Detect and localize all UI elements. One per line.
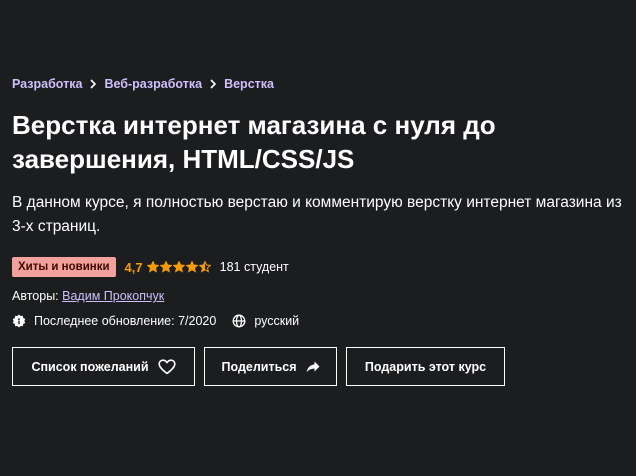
breadcrumb-item-web-development[interactable]: Веб-разработка bbox=[104, 77, 202, 91]
star-icon bbox=[172, 261, 185, 273]
chevron-right-icon bbox=[82, 78, 104, 90]
star-icon bbox=[185, 261, 198, 273]
language-text: русский bbox=[254, 314, 300, 328]
bestseller-badge: Хиты и новинки bbox=[12, 257, 116, 277]
star-icon bbox=[146, 261, 159, 273]
wishlist-button-label: Список пожеланий bbox=[31, 359, 149, 374]
course-info-row: Последнее обновление: 7/2020 русский bbox=[12, 312, 315, 330]
update-badge-icon bbox=[12, 314, 34, 328]
share-button[interactable]: Поделиться bbox=[204, 347, 337, 386]
breadcrumb-item-development[interactable]: Разработка bbox=[12, 77, 82, 91]
authors-row: Авторы: Вадим Прокопчук bbox=[12, 289, 164, 303]
share-button-label: Поделиться bbox=[221, 359, 297, 374]
student-count: 181 студент bbox=[219, 260, 289, 274]
author-link[interactable]: Вадим Прокопчук bbox=[62, 289, 164, 303]
globe-icon bbox=[232, 314, 254, 328]
breadcrumb: Разработка Веб-разработка Верстка bbox=[12, 77, 274, 91]
rating-value: 4,7 bbox=[124, 259, 143, 275]
course-title: Верстка интернет магазина с нуля до заве… bbox=[12, 110, 496, 174]
course-language: русский bbox=[232, 314, 299, 328]
star-icon bbox=[159, 261, 172, 273]
heart-icon bbox=[149, 358, 176, 375]
course-subtitle: В данном курсе, я полностью верстаю и ко… bbox=[12, 194, 622, 235]
authors-label: Авторы: bbox=[12, 289, 59, 303]
gift-course-button[interactable]: Подарить этот курс bbox=[346, 347, 505, 386]
share-arrow-icon bbox=[297, 361, 320, 373]
wishlist-button[interactable]: Список пожеланий bbox=[12, 347, 195, 386]
last-updated: Последнее обновление: 7/2020 bbox=[12, 314, 216, 328]
breadcrumb-item-layout[interactable]: Верстка bbox=[224, 77, 274, 91]
last-updated-text: Последнее обновление: 7/2020 bbox=[34, 314, 217, 328]
rating-row: Хиты и новинки 4,7 181 студент bbox=[12, 256, 289, 278]
chevron-right-icon bbox=[202, 78, 224, 90]
action-buttons: Список пожеланий Поделиться Подарить это… bbox=[12, 347, 514, 386]
rating-stars bbox=[146, 261, 212, 273]
star-icon bbox=[198, 261, 211, 273]
